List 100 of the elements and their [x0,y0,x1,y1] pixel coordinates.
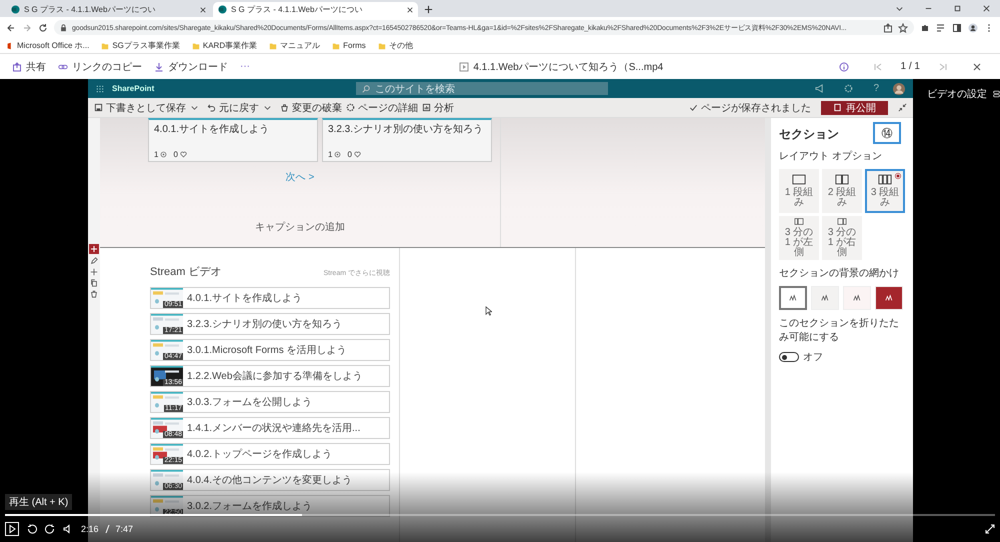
reload-icon[interactable] [38,22,48,32]
back-icon[interactable] [6,22,16,32]
save-icon [94,103,103,112]
command-button[interactable]: 変更の破棄 [280,100,342,114]
toolbar-button[interactable]: 共有 [12,60,46,74]
browser-tab[interactable]: S G プラス - 4.1.1.Webパーツについ [6,2,211,17]
view-count: 1 [328,150,332,159]
copy-icon[interactable] [90,279,98,287]
cursor-icon [485,306,492,316]
layout-icon [878,174,892,185]
command-button[interactable]: 分析 [422,100,454,114]
total-duration: 7:47 [116,524,134,534]
edit-icon[interactable] [90,257,98,265]
toggle-switch[interactable] [779,352,799,362]
app-name: SharePoint [112,84,154,93]
toolbar-button[interactable]: リンクのコピー [58,60,142,74]
bookmark[interactable]: その他 [378,40,413,51]
eye-icon [160,151,168,158]
layout-option[interactable]: 3 段組み [865,169,905,213]
undo-icon [207,103,216,112]
like-count: 0 [347,150,352,159]
video-card[interactable]: 4.0.1.サイトを作成しよう 1 0 [148,118,318,162]
new-tab-icon[interactable] [424,5,433,14]
font-icon [885,294,893,302]
lock-icon [60,24,67,32]
heart-icon [180,151,187,158]
command-button[interactable]: 元に戻す [207,100,259,114]
more-button[interactable]: ··· [240,61,250,72]
section-heading: レイアウト オプション [779,150,883,163]
panel-title: セクション [779,126,839,143]
fullscreen-icon[interactable] [985,524,995,534]
video-file-icon [459,62,470,72]
toolbar-button[interactable]: ダウンロード [154,60,228,74]
web-part-title: Stream ビデオ [150,265,222,279]
layout-option[interactable]: 1 段組み [779,169,819,213]
folder-icon [192,42,200,50]
add-icon[interactable] [89,244,99,254]
settings-icon [993,89,1000,99]
eye-icon [334,151,342,158]
toggle-label: オフ [803,351,823,364]
megaphone-icon[interactable] [815,84,824,93]
collapse-icon[interactable] [898,103,907,112]
list-icon[interactable] [936,22,946,32]
folder-icon [101,42,110,50]
bookmark[interactable]: Forms [332,41,366,50]
save-status: ページが保存されました [689,100,811,114]
video-settings-button[interactable]: ビデオの設定 [913,87,1000,101]
bookmark[interactable]: SGプラス事業作業 [101,40,180,51]
layout-option[interactable]: 2 段組み [822,169,862,213]
view-count: 1 [154,150,158,159]
layout-option[interactable]: 3 分の 1 が左側 [779,216,819,260]
close-icon[interactable] [982,4,991,13]
app-launcher-icon[interactable] [96,84,104,92]
close-icon[interactable] [200,6,206,12]
tooltip: 再生 (Alt + K) [5,494,72,510]
step-callout: ⑭ [873,122,901,144]
settings-icon[interactable] [844,84,854,93]
star-icon[interactable] [898,22,908,32]
close-icon[interactable] [972,62,982,72]
share-icon[interactable] [883,22,893,32]
address-bar[interactable] [54,20,914,35]
record-icon [895,173,901,179]
layout-icon [835,174,849,185]
section-heading: このセクションを折りたたみ可能にする [779,317,900,344]
trash-icon[interactable] [90,290,98,298]
caption-placeholder[interactable]: キャプションの追加 [255,220,345,234]
command-button[interactable]: 下書きとして保存 [94,100,186,114]
section-heading: セクションの背景の網かけ [779,266,900,280]
close-icon[interactable] [407,6,413,12]
check-icon [689,103,698,112]
profile-icon[interactable] [968,22,978,32]
help-button[interactable]: ? [873,83,880,94]
layout-icon [792,218,806,225]
layout-icon [835,218,849,225]
video-card[interactable]: 3.2.3.シナリオ別の使い方を知ろう 1 0 [322,118,492,162]
restore-icon[interactable] [953,4,962,13]
rewind-icon[interactable] [27,524,37,534]
side-panel-icon[interactable] [952,22,962,32]
play-icon[interactable] [5,522,19,536]
republish-button[interactable]: 再公開 [821,100,888,114]
layout-option[interactable]: 3 分の 1 が右側 [822,216,862,260]
info-icon[interactable] [838,62,849,72]
folder-icon [378,42,386,50]
layout-icon [792,174,806,185]
search-icon [362,84,370,92]
bookmark[interactable]: KARD事業作業 [192,40,258,51]
page-icon [833,103,842,112]
bookmark[interactable]: Microsoft Office ホ... [6,40,90,51]
shading-swatch[interactable] [779,286,807,310]
current-time: 2:16 [81,524,99,534]
page-counter: 1 / 1 [900,61,920,72]
sharepoint-icon [218,5,227,14]
file-name: 4.1.1.Webパーツについて知ろう（S...mp4 [419,60,664,74]
avatar-icon[interactable] [893,82,906,94]
font-icon [853,294,861,302]
bookmark[interactable]: マニュアル [269,40,320,51]
browser-tab[interactable]: S G プラス - 4.1.1.Webパーツについ [213,2,418,17]
like-count: 0 [173,150,178,159]
move-icon[interactable] [90,268,98,276]
command-button[interactable]: ページの詳細 [346,100,418,114]
